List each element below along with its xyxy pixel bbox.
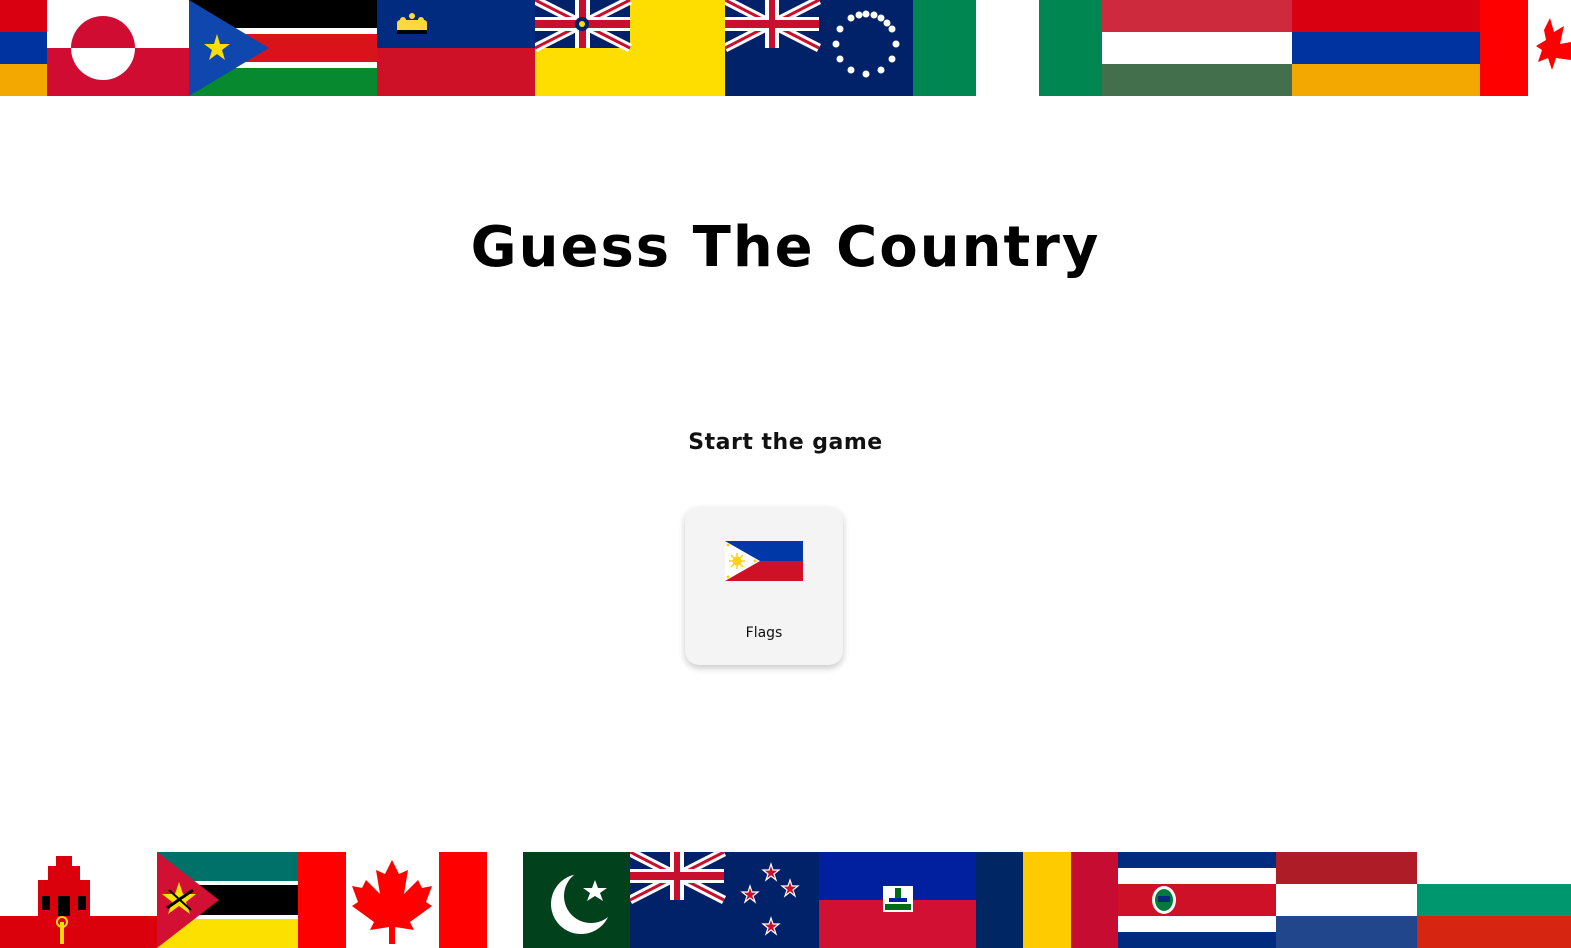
netherlands-flag-icon xyxy=(1276,852,1417,948)
nigeria-flag-icon xyxy=(913,0,1102,96)
canada-flag-icon xyxy=(1480,0,1528,96)
armenia-flag-icon xyxy=(0,0,47,96)
new-zealand-flag-icon xyxy=(630,852,819,948)
bottom-flag-strip xyxy=(0,852,1571,948)
page-title: Guess The Country xyxy=(470,215,1101,280)
flags-mode-button[interactable]: Flags xyxy=(685,507,843,665)
philippines-flag-icon xyxy=(725,541,803,581)
haiti-flag-icon xyxy=(819,852,976,948)
mozambique-flag-icon xyxy=(157,852,298,948)
top-flag-strip xyxy=(0,0,1571,96)
greenland-flag-icon xyxy=(47,0,189,96)
south-sudan-flag-icon xyxy=(189,0,377,96)
armenia-flag-icon xyxy=(1292,0,1480,96)
liechtenstein-flag-icon xyxy=(377,0,535,96)
niue-flag-icon xyxy=(535,0,725,96)
chad-flag-icon xyxy=(976,852,1118,948)
pakistan-flag-icon xyxy=(523,852,630,948)
start-game-heading: Start the game xyxy=(688,430,883,455)
canada-maple-section xyxy=(1528,0,1571,96)
bulgaria-flag-icon xyxy=(1417,852,1571,948)
hungary-flag-icon xyxy=(1102,0,1292,96)
gibraltar-flag-icon xyxy=(0,852,157,948)
costa-rica-flag-icon xyxy=(1118,852,1276,948)
flags-mode-label: Flags xyxy=(745,625,783,641)
canada-flag-icon xyxy=(298,852,487,948)
cook-islands-flag-icon xyxy=(725,0,913,96)
